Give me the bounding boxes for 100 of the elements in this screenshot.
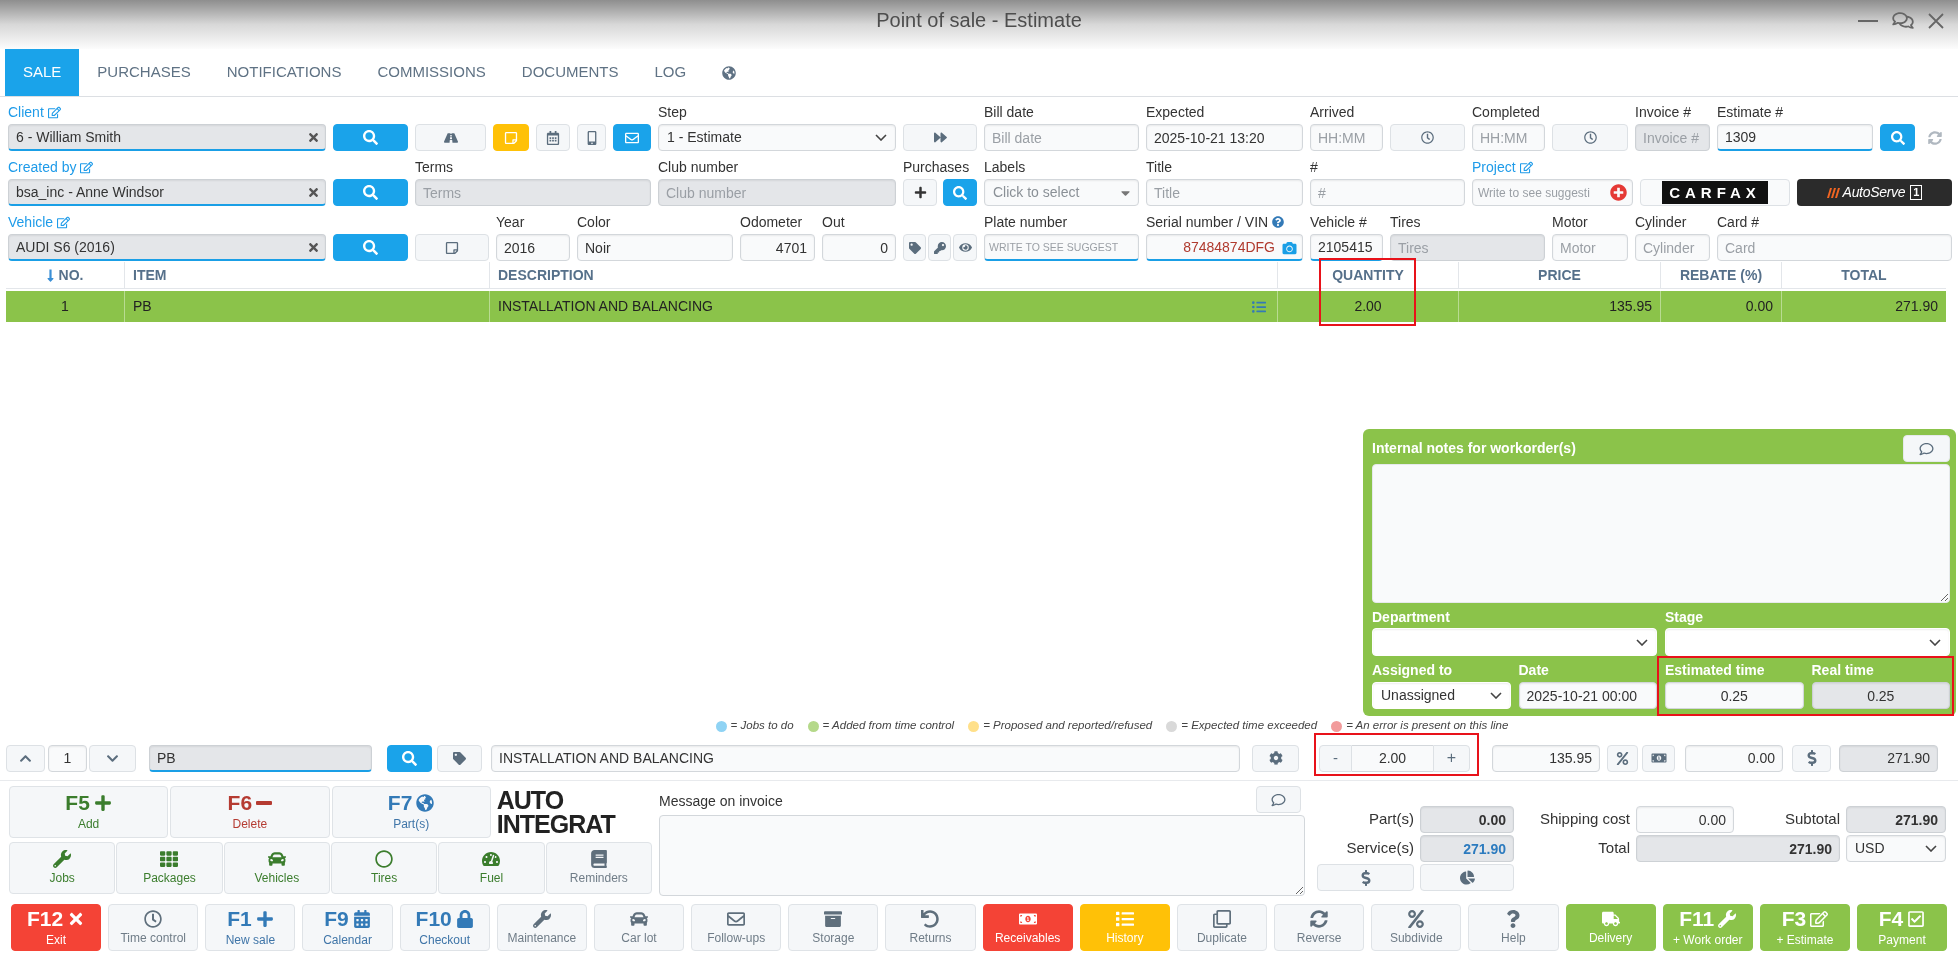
exit-button[interactable]: F12 Exit [11, 904, 102, 951]
step-select[interactable]: 1 - Estimate [658, 124, 896, 151]
out-field[interactable]: 0 [822, 234, 896, 261]
car-lot-button[interactable]: Car lot [593, 904, 685, 951]
quantity-field[interactable]: 2.00 [1352, 744, 1433, 772]
parts-button[interactable]: F7 Part(s) [331, 786, 491, 838]
motor-field[interactable]: Motor [1552, 234, 1628, 261]
line-total-field[interactable]: 271.90 [1839, 744, 1938, 772]
down-button[interactable] [89, 744, 136, 772]
terms-field[interactable]: Terms [415, 179, 651, 206]
date-field[interactable]: 2025-10-21 00:00 [1518, 682, 1657, 709]
follow-ups-button[interactable]: Follow-ups [691, 904, 782, 951]
delete-button[interactable]: F6 Delete [170, 786, 330, 838]
year-field[interactable]: 2016 [496, 234, 570, 261]
tab[interactable]: SALE [5, 49, 80, 96]
search-button[interactable] [1880, 124, 1915, 151]
search-button[interactable] [387, 744, 432, 772]
price-field[interactable]: 135.95 [1492, 744, 1600, 772]
client-field[interactable]: 6 - William Smith [8, 124, 326, 151]
column-header[interactable]: PRICE [1459, 262, 1661, 288]
up-button[interactable] [6, 744, 45, 772]
services-field[interactable]: 271.90 [1420, 835, 1514, 862]
tires-button[interactable]: Tires [331, 842, 438, 894]
tab[interactable]: LOG [636, 49, 705, 96]
title-field[interactable]: Title [1146, 179, 1303, 206]
key-button[interactable] [928, 234, 951, 261]
checkout-button[interactable]: F10 Checkout [399, 904, 490, 951]
vehicle-link[interactable]: Vehicle [8, 213, 71, 231]
parts-field[interactable]: 0.00 [1420, 806, 1514, 833]
eye-button[interactable] [953, 234, 977, 261]
dollar-button[interactable] [1792, 744, 1831, 772]
client-link[interactable]: Client [8, 103, 61, 121]
club-number-field[interactable]: Club number [658, 179, 896, 206]
dollar-button[interactable] [1317, 864, 1414, 891]
serial-vin-field[interactable]: 87484874DFG [1146, 234, 1303, 261]
project-link[interactable]: Project [1472, 158, 1533, 176]
column-header[interactable]: QUANTITY [1278, 262, 1459, 288]
vehicle-number-field[interactable]: 2105415 [1310, 234, 1383, 261]
settings-button[interactable] [1252, 744, 1299, 772]
cash-button[interactable] [1642, 744, 1675, 772]
search-button[interactable] [333, 234, 408, 261]
fuel-button[interactable]: Fuel [438, 842, 545, 894]
plate-number-field[interactable]: WRITE TO SEE SUGGEST [984, 234, 1139, 261]
search-button[interactable] [333, 179, 408, 206]
description-field[interactable]: INSTALLATION AND BALANCING [491, 744, 1240, 772]
tag-button[interactable] [437, 744, 482, 772]
bill-date-field[interactable]: Bill date [984, 124, 1139, 151]
estimated-time-field[interactable]: 0.25 [1665, 682, 1804, 709]
currency-select[interactable]: USD [1846, 835, 1946, 862]
phone-button[interactable] [577, 124, 606, 151]
increment-button[interactable]: + [1433, 744, 1470, 772]
arrived-field[interactable]: HH:MM [1310, 124, 1383, 151]
comment-button[interactable] [1256, 786, 1301, 813]
project-field[interactable]: Write to see suggesti [1472, 179, 1633, 206]
jobs-button[interactable]: Jobs [9, 842, 116, 894]
odometer-field[interactable]: 4701 [740, 234, 815, 261]
search-button[interactable] [943, 179, 977, 206]
tab[interactable]: NOTIFICATIONS [208, 49, 360, 96]
tag-button[interactable] [903, 234, 926, 261]
table-row[interactable]: 1 PB INSTALLATION AND BALANCING 2.00 135.95 0.00 271.90 [6, 291, 1946, 322]
maintenance-button[interactable]: Maintenance [496, 904, 587, 951]
reminders-button[interactable]: Reminders [545, 842, 652, 894]
add-button[interactable]: F5 Add [9, 786, 169, 838]
percent-button[interactable] [1607, 744, 1638, 772]
tires-field[interactable]: Tires [1390, 234, 1545, 261]
road-button[interactable] [415, 124, 486, 151]
created-by-field[interactable]: bsa_inc - Anne Windsor [8, 179, 326, 206]
created-by-link[interactable]: Created by [8, 158, 94, 176]
help-button[interactable]: Help [1468, 904, 1559, 951]
comment-button[interactable] [1903, 435, 1950, 462]
line-number-field[interactable]: 1 [48, 744, 87, 772]
close-icon[interactable] [1928, 12, 1944, 29]
calendar-button[interactable]: F9 Calendar [302, 904, 393, 951]
expected-field[interactable]: 2025-10-21 13:20 [1146, 124, 1303, 151]
storage-button[interactable]: Storage [788, 904, 879, 951]
duplicate-button[interactable]: Duplicate [1176, 904, 1268, 951]
decrement-button[interactable]: - [1319, 744, 1352, 772]
cylinder-field[interactable]: Cylinder [1635, 234, 1710, 261]
notes-field[interactable] [1372, 464, 1950, 603]
forward-button[interactable] [903, 124, 977, 151]
clock-button[interactable] [1390, 124, 1465, 151]
column-header[interactable]: ITEM [125, 262, 490, 288]
rebate-field[interactable]: 0.00 [1685, 744, 1783, 772]
vehicles-button[interactable]: Vehicles [223, 842, 330, 894]
item-field[interactable]: PB [149, 744, 372, 772]
message-field[interactable] [659, 815, 1305, 896]
labels-select[interactable]: Click to select [984, 179, 1139, 206]
number-field[interactable]: # [1310, 179, 1465, 206]
column-header[interactable]: TOTAL [1782, 262, 1946, 288]
vehicle-field[interactable]: AUDI S6 (2016) [8, 234, 326, 261]
column-header[interactable]: NO. [6, 262, 125, 288]
total-field[interactable]: 271.90 [1636, 835, 1840, 862]
pie-chart-button[interactable] [1420, 864, 1514, 891]
completed-field[interactable]: HH:MM [1472, 124, 1545, 151]
email-button[interactable] [613, 124, 651, 151]
clock-button[interactable] [1552, 124, 1628, 151]
minimize-icon[interactable] [1858, 19, 1878, 22]
color-field[interactable]: Noir [577, 234, 733, 261]
subdivide-button[interactable]: Subdivide [1371, 904, 1462, 951]
returns-button[interactable]: Returns [885, 904, 976, 951]
